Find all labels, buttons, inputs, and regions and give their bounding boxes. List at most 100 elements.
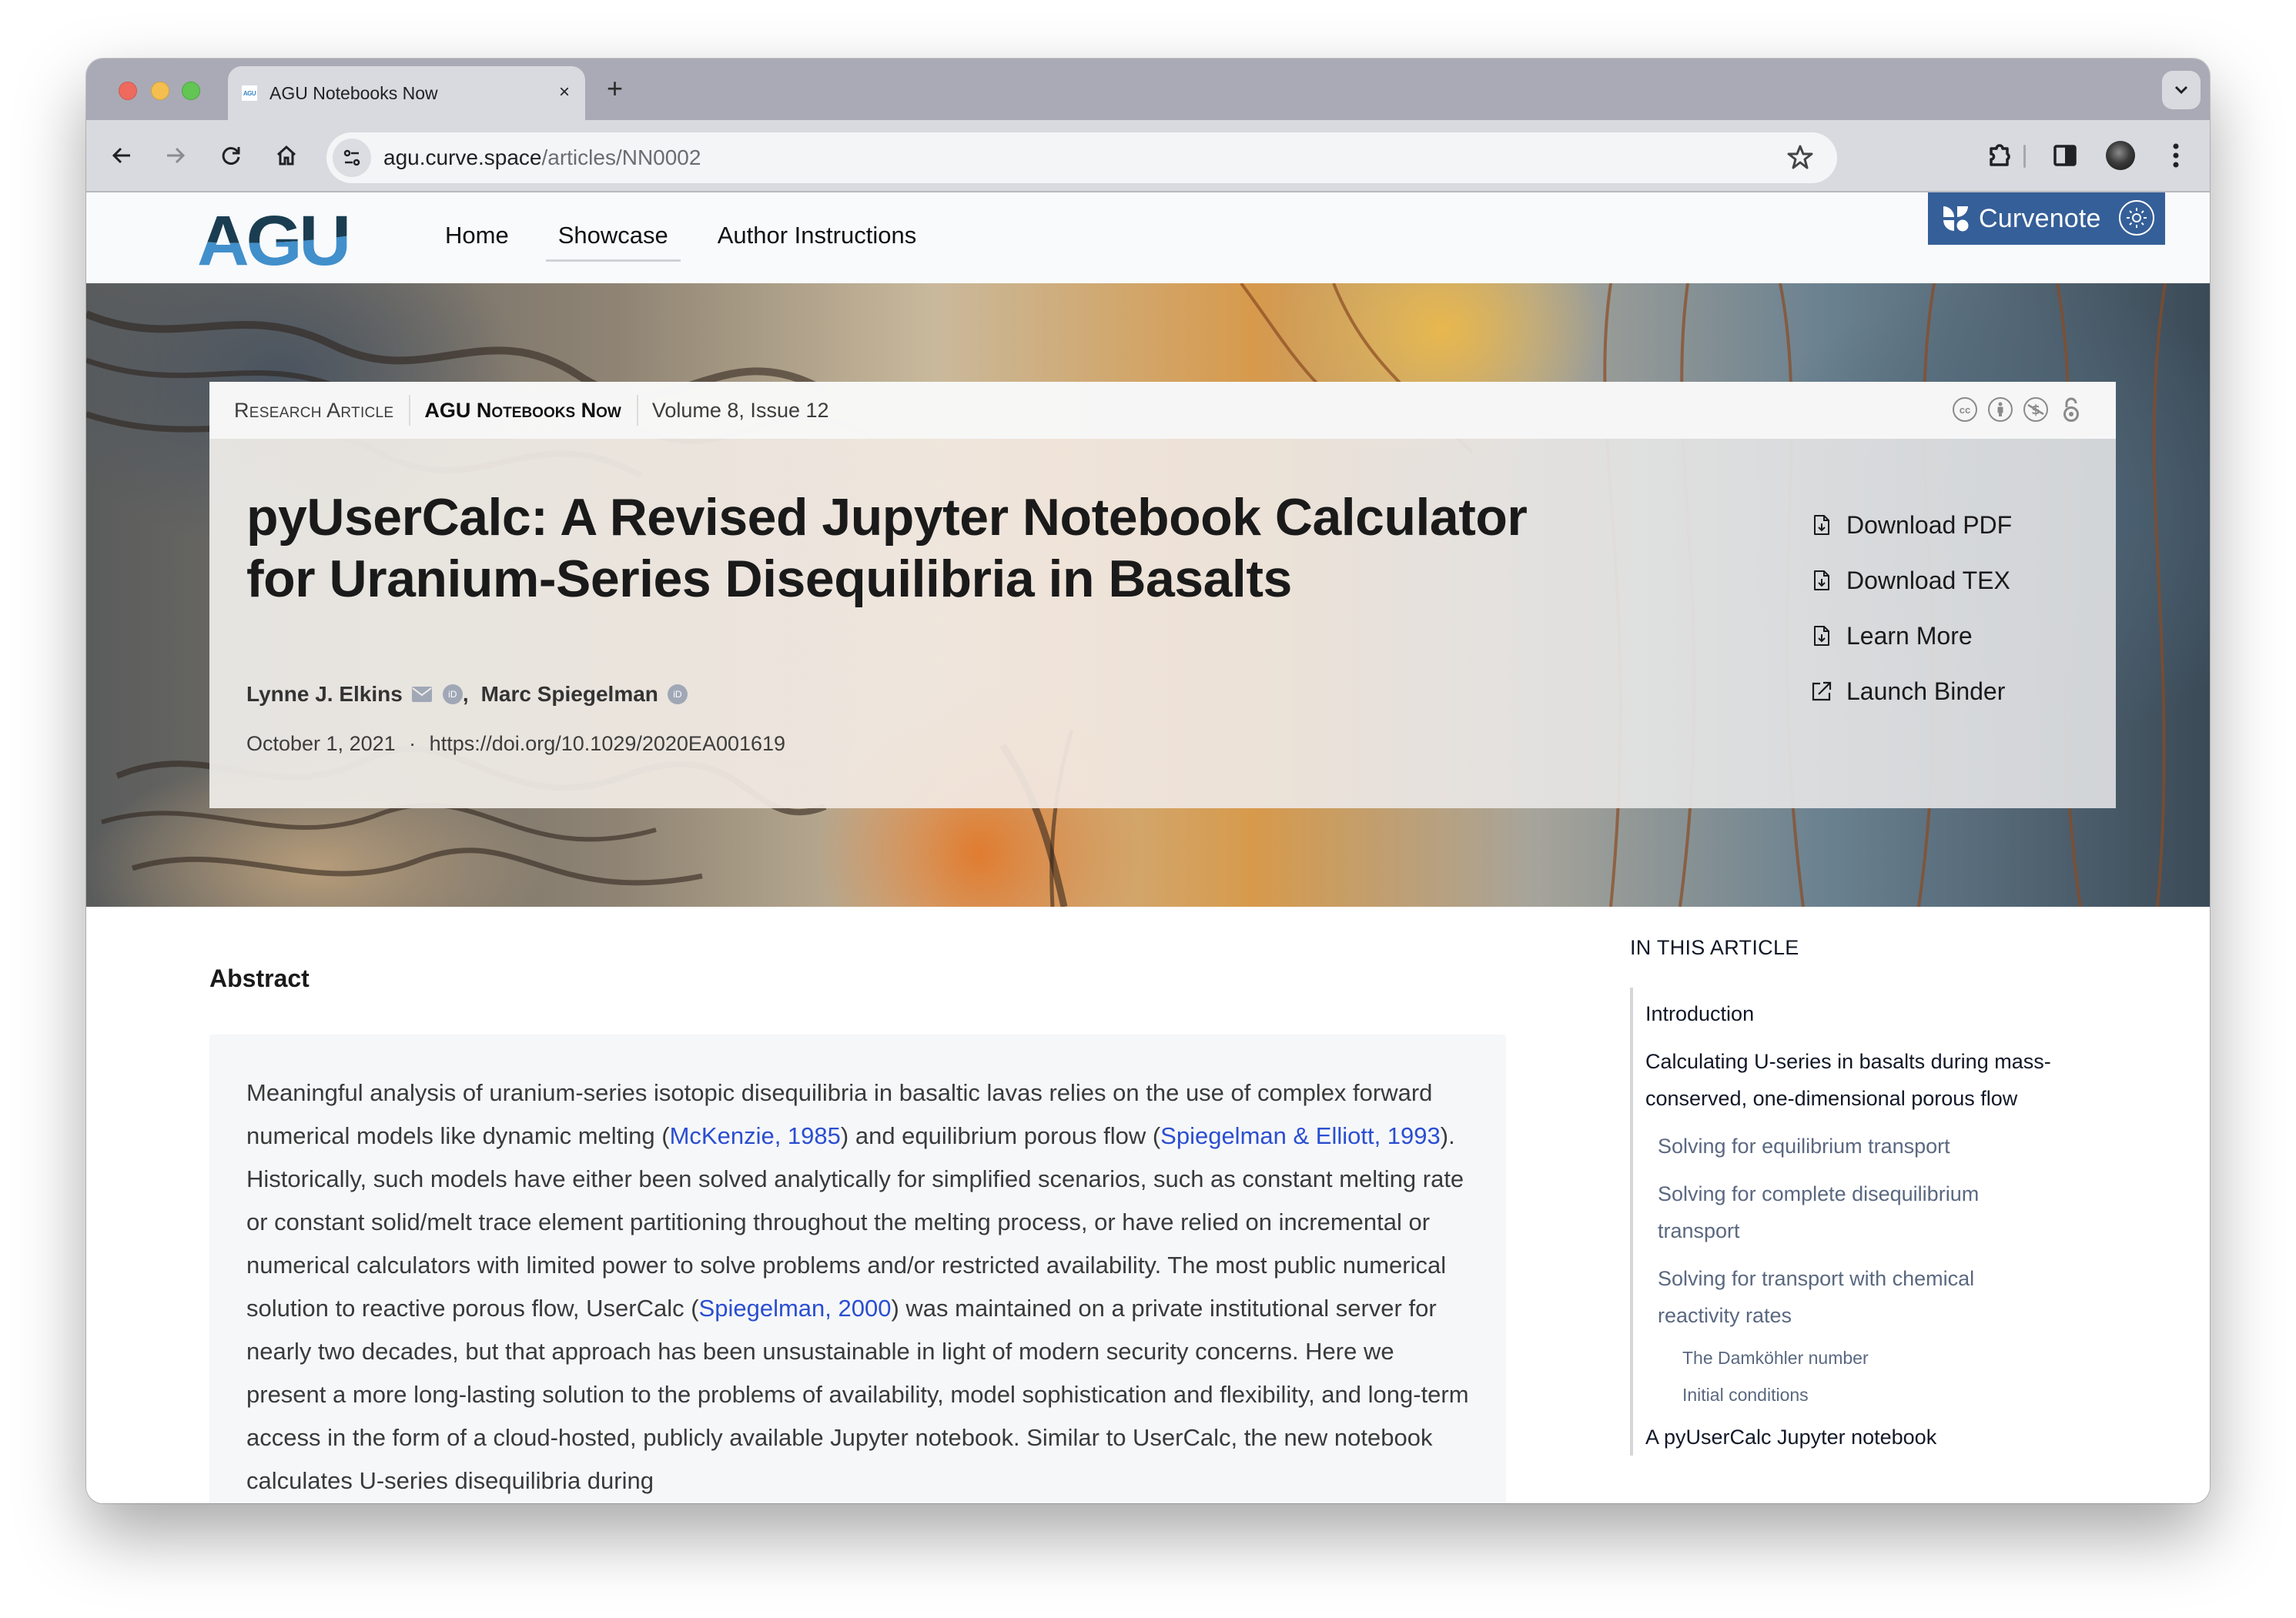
toolbar-separator: [2023, 145, 2026, 168]
author-name[interactable]: Lynne J. Elkins: [246, 682, 403, 707]
article-meta-bar: Research Article AGU Notebooks Now Volum…: [209, 382, 2116, 439]
download-pdf-button[interactable]: Download PDF: [1811, 497, 2012, 553]
toc-item[interactable]: Solving for equilibrium transport: [1645, 1128, 2061, 1165]
web-page: AGU AGU Home Showcase Author Instruction…: [86, 192, 2210, 1503]
toc-item[interactable]: Solving for transport with chemical reac…: [1645, 1260, 2061, 1334]
sun-icon: [2127, 208, 2147, 228]
tab-agu-notebooks-now[interactable]: AGU AGU Notebooks Now ×: [228, 66, 585, 120]
url-path: /articles/NN0002: [541, 145, 701, 169]
toc-item[interactable]: The Damköhler number: [1645, 1345, 2061, 1371]
toc-item[interactable]: Calculating U-series in basalts during m…: [1645, 1043, 2061, 1117]
curvenote-badge[interactable]: Curvenote: [1928, 192, 2165, 245]
file-download-icon: [1811, 513, 1832, 537]
publication-info: October 1, 2021 · https://doi.org/10.102…: [246, 732, 785, 756]
toc-list: Introduction Calculating U-series in basa…: [1630, 988, 2061, 1456]
article-actions: Download PDF Download TEX Learn More Lau…: [1811, 497, 2012, 719]
meta-divider: [636, 395, 638, 426]
maximize-window-button[interactable]: [182, 82, 200, 100]
action-label: Learn More: [1846, 621, 1973, 650]
arrow-left-icon: [112, 147, 130, 164]
file-download-icon: [1811, 569, 1832, 592]
tune-icon: [343, 149, 360, 166]
open-access-icon: [2059, 397, 2083, 422]
url-text: agu.curve.space/articles/NN0002: [383, 145, 701, 170]
meta-divider: [409, 395, 411, 426]
puzzle-icon: [1990, 144, 2010, 166]
download-tex-button[interactable]: Download TEX: [1811, 553, 2012, 608]
launch-binder-button[interactable]: Launch Binder: [1811, 664, 2012, 719]
journal-name[interactable]: AGU Notebooks Now: [424, 399, 621, 423]
learn-more-button[interactable]: Learn More: [1811, 608, 2012, 664]
cc-icon: cc: [1953, 397, 1977, 422]
file-download-icon: [1811, 624, 1832, 647]
action-label: Download PDF: [1846, 510, 2013, 539]
site-header: AGU AGU Home Showcase Author Instruction…: [86, 192, 2210, 283]
citation-link[interactable]: Spiegelman, 2000: [699, 1295, 892, 1322]
author-separator: ,: [462, 682, 469, 706]
toc-item[interactable]: Solving for complete disequilibrium tran…: [1645, 1175, 2061, 1249]
nav-author-instructions[interactable]: Author Instructions: [718, 222, 916, 262]
table-of-contents: IN THIS ARTICLE Introduction Calculating …: [1630, 936, 2061, 1466]
toc-heading: IN THIS ARTICLE: [1630, 936, 1799, 959]
curvenote-label: Curvenote: [1979, 203, 2101, 233]
article-type: Research Article: [234, 398, 394, 422]
side-panel-icon: [2053, 145, 2077, 166]
tab-strip: AGU AGU Notebooks Now × +: [86, 59, 2210, 120]
toc-item[interactable]: A pyUserCalc Jupyter notebook: [1645, 1419, 2061, 1456]
abstract-text-segment: ) was maintained on a private institutio…: [246, 1295, 1469, 1494]
url-host: agu.curve.space: [383, 145, 542, 169]
orcid-icon[interactable]: iD: [442, 684, 463, 704]
author-list: Lynne J. Elkins iD , Marc Spiegelman iD: [246, 682, 688, 707]
license-icons[interactable]: cc $: [1953, 397, 2083, 422]
new-tab-button[interactable]: +: [607, 72, 623, 105]
by-icon: [1988, 397, 2013, 422]
curvenote-logo-icon: [1943, 206, 1969, 232]
reload-icon: [222, 147, 240, 165]
nav-showcase[interactable]: Showcase: [545, 222, 681, 262]
close-tab-icon[interactable]: ×: [559, 82, 570, 103]
toc-item[interactable]: Initial conditions: [1645, 1382, 2061, 1408]
profile-button[interactable]: [2102, 137, 2139, 174]
more-vertical-icon: [2173, 143, 2179, 168]
forward-button[interactable]: [157, 137, 194, 174]
abstract-text-segment: ) and equilibrium porous flow (: [840, 1122, 1161, 1149]
browser-menu-button[interactable]: [2157, 137, 2194, 174]
author-name[interactable]: Marc Spiegelman: [481, 682, 658, 707]
nav-home[interactable]: Home: [445, 222, 509, 262]
close-window-button[interactable]: [119, 82, 137, 100]
home-button[interactable]: [268, 137, 305, 174]
side-panel-button[interactable]: [2047, 137, 2083, 174]
browser-window: AGU AGU Notebooks Now × + agu.curve.spac…: [86, 59, 2210, 1503]
extensions-button[interactable]: [1982, 137, 2019, 174]
avatar: [2106, 141, 2135, 170]
arrow-right-icon: [167, 147, 186, 164]
toc-item[interactable]: Introduction: [1645, 995, 2061, 1032]
bookmark-star-icon[interactable]: [1786, 143, 1814, 171]
theme-toggle-button[interactable]: [2119, 200, 2154, 236]
publication-date: October 1, 2021: [246, 732, 396, 755]
article-title: pyUserCalc: A Revised Jupyter Notebook C…: [246, 488, 1528, 608]
action-label: Launch Binder: [1846, 677, 2006, 705]
site-info-button[interactable]: [333, 139, 371, 177]
orcid-icon[interactable]: iD: [667, 684, 688, 704]
volume-issue: Volume 8, Issue 12: [651, 398, 829, 422]
email-icon[interactable]: [411, 687, 432, 702]
citation-link[interactable]: McKenzie, 1985: [670, 1122, 841, 1149]
address-bar[interactable]: agu.curve.space/articles/NN0002: [326, 132, 1837, 183]
tab-title: AGU Notebooks Now: [269, 82, 438, 103]
abstract-text-segment: ). Historically, such models have either…: [246, 1122, 1464, 1322]
chevron-down-icon: [2174, 85, 2188, 95]
abstract-text: Meaningful analysis of uranium-series is…: [246, 1071, 1478, 1503]
nc-icon: $: [2023, 397, 2048, 422]
reload-button[interactable]: [213, 137, 249, 174]
agu-logo[interactable]: AGU AGU: [197, 211, 351, 266]
back-button[interactable]: [103, 137, 140, 174]
separator-dot: ·: [409, 732, 417, 755]
hero-banner: Research Article AGU Notebooks Now Volum…: [86, 283, 2210, 907]
home-icon: [276, 145, 296, 165]
citation-link[interactable]: Spiegelman & Elliott, 1993: [1160, 1122, 1441, 1149]
tab-search-button[interactable]: [2162, 71, 2201, 109]
minimize-window-button[interactable]: [151, 82, 169, 100]
doi-link[interactable]: https://doi.org/10.1029/2020EA001619: [430, 732, 785, 755]
action-label: Download TEX: [1846, 566, 2010, 594]
